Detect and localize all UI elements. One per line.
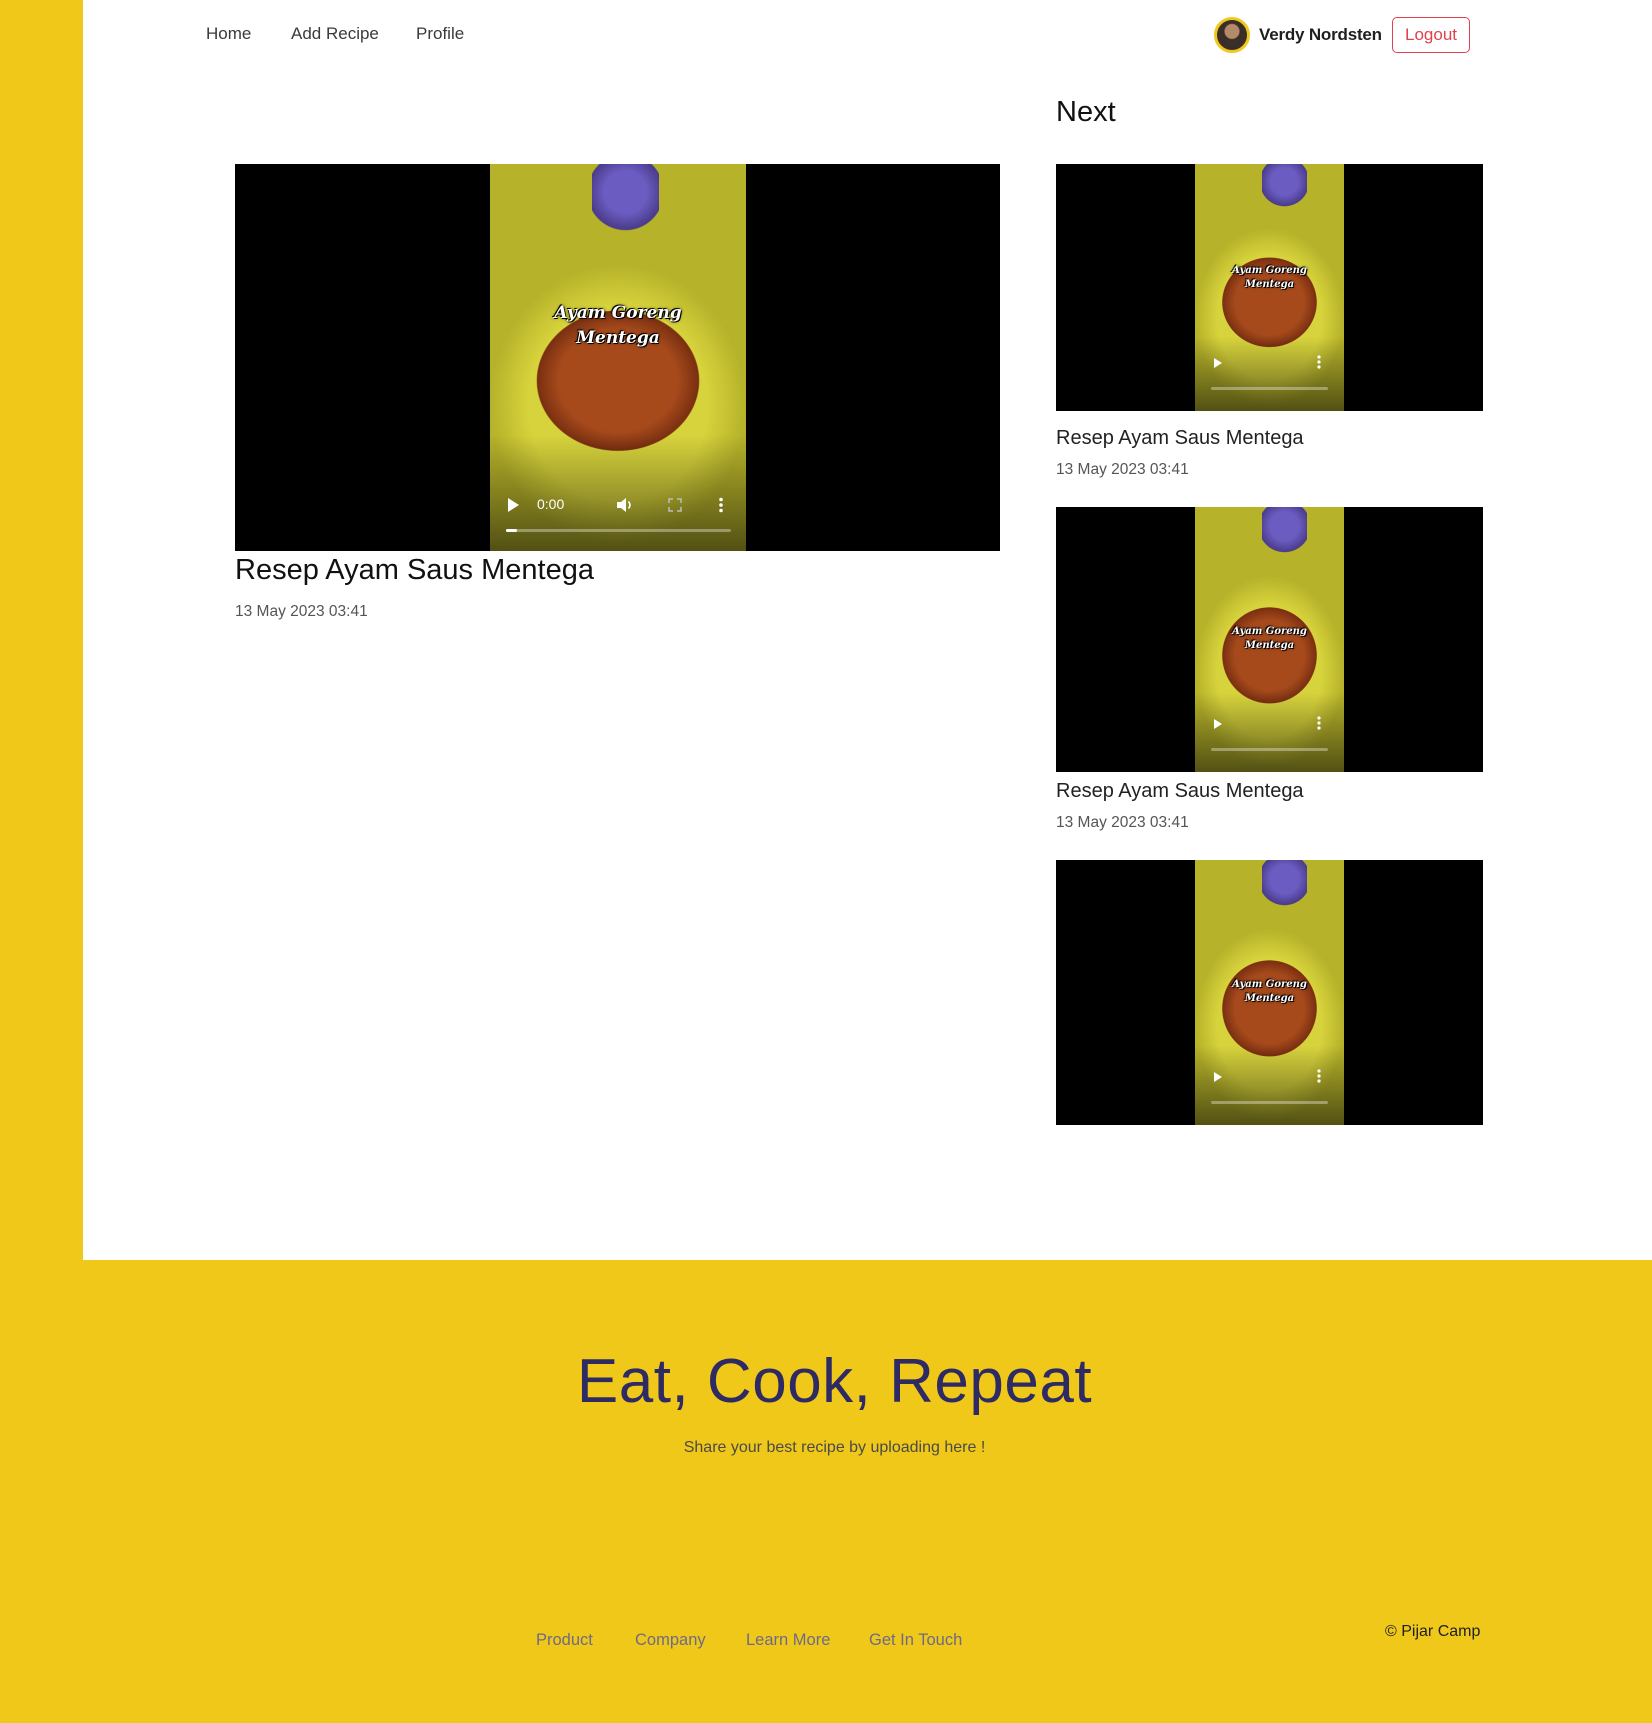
logout-button[interactable]: Logout (1392, 17, 1470, 53)
play-icon[interactable] (1213, 356, 1223, 374)
video-frame: Ayam Goreng Mentega (1195, 164, 1344, 411)
nav-home-link[interactable]: Home (206, 24, 251, 44)
next-heading: Next (1056, 96, 1116, 128)
video-caption-line2: Mentega (576, 328, 660, 348)
video-progress-bar[interactable] (1211, 748, 1328, 751)
more-options-icon[interactable] (1317, 716, 1321, 735)
video-caption-line2: Mentega (1244, 640, 1295, 651)
more-options-icon[interactable] (1317, 1069, 1321, 1088)
video-caption: Ayam Goreng Mentega (490, 301, 746, 351)
video-progress-bar[interactable] (1211, 387, 1328, 390)
next-video-1-title[interactable]: Resep Ayam Saus Mentega (1056, 427, 1304, 450)
next-video-3[interactable]: Ayam Goreng Mentega (1056, 860, 1483, 1125)
video-controls: 0:00 (490, 494, 746, 518)
video-caption: Ayam Goreng Mentega (1195, 625, 1344, 653)
next-video-2-date: 13 May 2023 03:41 (1056, 814, 1189, 831)
user-name: Verdy Nordsten (1259, 25, 1382, 44)
fullscreen-icon[interactable] (668, 497, 682, 515)
video-frame: Ayam Goreng Mentega 0:00 (490, 164, 746, 551)
footer-link-company[interactable]: Company (635, 1631, 706, 1650)
video-progress-bar[interactable] (506, 529, 731, 532)
next-video-2-title[interactable]: Resep Ayam Saus Mentega (1056, 780, 1304, 803)
video-caption-line1: Ayam Goreng (1232, 265, 1307, 276)
video-time: 0:00 (537, 496, 565, 512)
video-frame: Ayam Goreng Mentega (1195, 507, 1344, 772)
more-options-icon[interactable] (718, 497, 724, 516)
copyright: © Pijar Camp (1385, 1623, 1481, 1640)
page-content: Home Add Recipe Profile Verdy Nordsten L… (83, 0, 1652, 1260)
next-video-1-date: 13 May 2023 03:41 (1056, 461, 1189, 478)
play-icon[interactable] (1213, 1070, 1223, 1088)
volume-icon[interactable] (616, 497, 634, 516)
footer-link-learn-more[interactable]: Learn More (746, 1631, 830, 1650)
video-caption-line2: Mentega (1244, 279, 1295, 290)
recipe-date: 13 May 2023 03:41 (235, 603, 368, 620)
footer-link-get-in-touch[interactable]: Get In Touch (869, 1631, 962, 1650)
user-menu[interactable]: Verdy Nordsten (1214, 15, 1382, 55)
video-caption-line1: Ayam Goreng (1232, 979, 1307, 990)
video-decoration (1262, 507, 1307, 555)
video-caption-line1: Ayam Goreng (554, 303, 682, 323)
video-caption-line2: Mentega (1244, 993, 1295, 1004)
nav-profile-link[interactable]: Profile (416, 24, 464, 44)
next-video-1[interactable]: Ayam Goreng Mentega (1056, 164, 1483, 411)
play-icon[interactable] (506, 497, 520, 516)
video-frame: Ayam Goreng Mentega (1195, 860, 1344, 1125)
video-caption-line1: Ayam Goreng (1232, 626, 1307, 637)
video-caption: Ayam Goreng Mentega (1195, 978, 1344, 1006)
footer-title: Eat, Cook, Repeat (576, 1347, 1093, 1416)
nav-add-recipe-link[interactable]: Add Recipe (291, 24, 379, 44)
footer-subtitle: Share your best recipe by uploading here… (683, 1439, 986, 1456)
video-caption: Ayam Goreng Mentega (1195, 264, 1344, 292)
main-video-player[interactable]: Ayam Goreng Mentega 0:00 (235, 164, 1000, 551)
recipe-title: Resep Ayam Saus Mentega (235, 554, 594, 586)
footer-link-product[interactable]: Product (536, 1631, 593, 1650)
video-decoration (592, 164, 659, 234)
play-icon[interactable] (1213, 717, 1223, 735)
video-progress-bar[interactable] (1211, 1101, 1328, 1104)
next-video-2[interactable]: Ayam Goreng Mentega (1056, 507, 1483, 772)
video-progress-fill (506, 529, 518, 532)
video-decoration (1262, 860, 1307, 908)
avatar[interactable] (1214, 17, 1250, 53)
video-decoration (1262, 164, 1307, 209)
more-options-icon[interactable] (1317, 355, 1321, 374)
